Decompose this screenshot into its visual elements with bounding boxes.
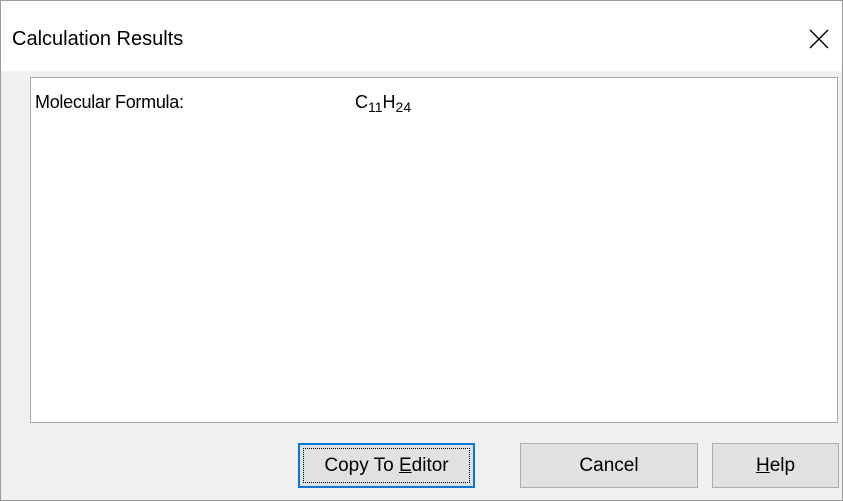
cancel-button[interactable]: Cancel <box>520 443 698 488</box>
close-icon <box>809 29 829 49</box>
results-panel[interactable]: Molecular Formula: C11H24 <box>30 77 838 423</box>
molecular-formula-label: Molecular Formula: <box>35 92 184 112</box>
help-label: Help <box>755 454 796 476</box>
formula-count-c: 11 <box>368 99 383 115</box>
copy-to-editor-label: Copy To Editor <box>324 454 449 476</box>
molecular-formula-value: C11H24 <box>355 92 412 115</box>
calculation-results-dialog: Calculation Results Molecular Formula: C… <box>0 0 843 501</box>
close-button[interactable] <box>796 16 842 62</box>
help-button[interactable]: Help <box>712 443 839 488</box>
formula-element-h: H <box>382 92 396 112</box>
copy-to-editor-button[interactable]: Copy To Editor <box>298 443 475 488</box>
window-title: Calculation Results <box>12 28 184 50</box>
formula-count-h: 24 <box>395 99 412 115</box>
title-bar: Calculation Results <box>1 1 842 71</box>
cancel-label: Cancel <box>579 454 639 476</box>
formula-element-c: C <box>355 92 368 112</box>
